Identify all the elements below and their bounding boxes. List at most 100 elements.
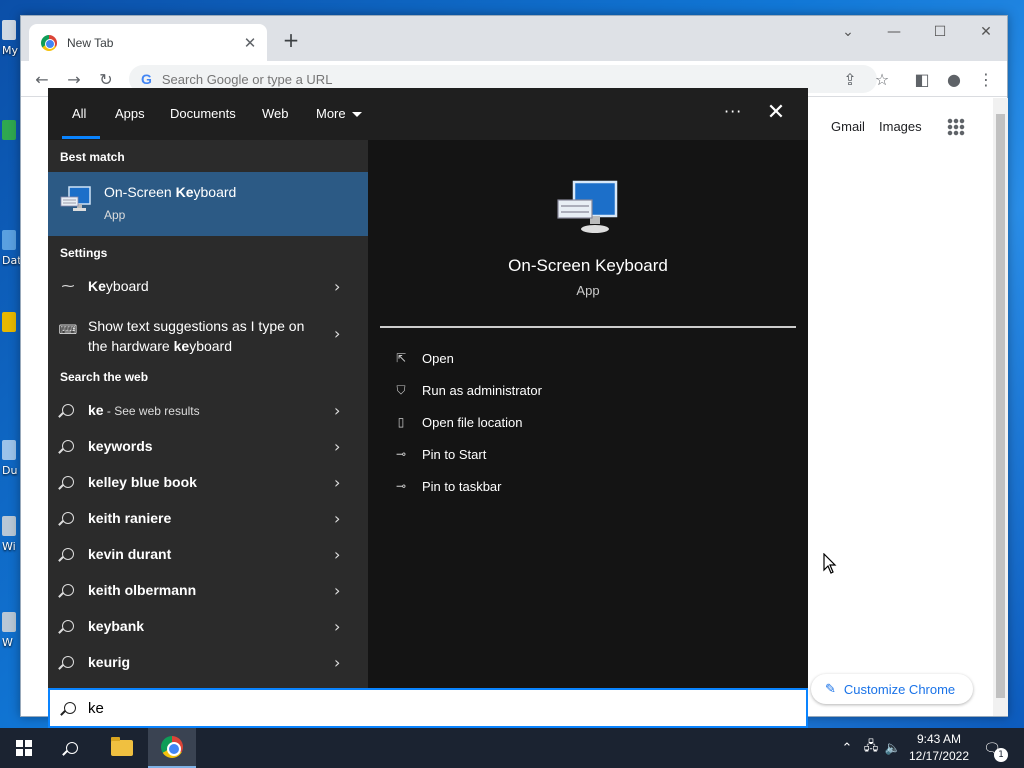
start-search-panel: All Apps Documents Web More ··· ✕ Best m…: [48, 88, 808, 688]
scrollbar[interactable]: [993, 98, 1008, 716]
web-result-item[interactable]: kevin durant ›: [48, 536, 368, 572]
action-run-as-administrator[interactable]: ⛉ Run as administrator: [392, 376, 692, 404]
scope-tab-more[interactable]: More: [316, 106, 362, 121]
new-tab-button[interactable]: +: [279, 28, 303, 52]
scope-tab-all[interactable]: All: [72, 106, 86, 121]
shield-icon: ⛉: [396, 382, 406, 397]
action-pin-to-taskbar[interactable]: ⊸ Pin to taskbar: [392, 472, 692, 500]
customize-chrome-button[interactable]: ✎ Customize Chrome: [811, 674, 973, 704]
images-link[interactable]: Images: [879, 119, 922, 134]
desktop-icon-green[interactable]: [2, 120, 20, 144]
bookmark-star-icon[interactable]: ☆: [869, 66, 895, 92]
settings-heading: Settings: [60, 246, 108, 260]
scrollbar-thumb[interactable]: [996, 114, 1005, 698]
window-close-button[interactable]: ✕: [963, 18, 1009, 46]
clock[interactable]: 9:43 AM 12/17/2022: [906, 731, 972, 765]
close-icon[interactable]: ✕: [239, 32, 261, 54]
more-options-icon[interactable]: ···: [724, 102, 742, 121]
action-open-file-location[interactable]: ▯ Open file location: [392, 408, 692, 436]
label-match: ke: [88, 402, 104, 418]
desktop-icon-du[interactable]: Du: [2, 440, 20, 477]
chevron-right-icon: ›: [334, 401, 341, 420]
app-icon: [2, 612, 16, 632]
desktop-icon-w[interactable]: W: [2, 612, 20, 649]
label-match: keybank: [88, 618, 145, 634]
web-result-item[interactable]: ke - See web results ›: [48, 392, 368, 428]
desktop-icon-data[interactable]: Dat: [2, 230, 20, 267]
label-match: keywords: [88, 438, 153, 454]
web-result-item[interactable]: keith olbermann ›: [48, 572, 368, 608]
apps-grid-icon[interactable]: [947, 118, 965, 136]
scope-tab-apps[interactable]: Apps: [115, 106, 145, 121]
network-icon[interactable]: 🖧: [862, 739, 880, 757]
taskbar: ⌃ 🖧 🔈 9:43 AM 12/17/2022 🗨 1: [0, 728, 1024, 768]
search-icon: [66, 742, 78, 754]
close-icon[interactable]: ✕: [764, 100, 788, 125]
web-result-item[interactable]: keith raniere ›: [48, 500, 368, 536]
preview-header: On-Screen Keyboard App: [380, 152, 796, 328]
desktop-icon-label: Dat: [2, 254, 20, 267]
keyboard-icon: ⌨: [58, 322, 78, 338]
taskbar-file-explorer[interactable]: [98, 728, 146, 768]
desktop-icon-wi[interactable]: Wi: [2, 516, 20, 553]
tab-search-chevron-icon[interactable]: ⌄: [825, 18, 871, 46]
search-icon: [60, 546, 76, 562]
share-icon[interactable]: ⇪: [837, 66, 863, 92]
minimize-button[interactable]: —: [871, 18, 917, 46]
title-pre: On-Screen: [104, 184, 176, 200]
chevron-right-icon: ›: [334, 653, 341, 672]
search-input[interactable]: [88, 699, 768, 717]
chrome-icon: [161, 736, 183, 758]
web-result-item[interactable]: keybank ›: [48, 608, 368, 644]
label-match: kelley blue book: [88, 474, 197, 490]
tab-new-tab[interactable]: New Tab ✕: [29, 24, 267, 61]
chrome-icon: [41, 34, 57, 51]
on-screen-keyboard-icon: [557, 180, 618, 233]
menu-kebab-icon[interactable]: ⋮: [973, 66, 999, 92]
google-icon: G: [141, 71, 152, 87]
taskbar-chrome[interactable]: [148, 728, 196, 768]
web-result-label: kelley blue book: [88, 474, 197, 490]
folder-icon: [111, 737, 133, 756]
start-button[interactable]: [0, 728, 48, 768]
maximize-button[interactable]: ☐: [917, 18, 963, 46]
taskbar-search-button[interactable]: [48, 728, 96, 768]
app-icon: [2, 230, 16, 250]
settings-item-label: Keyboard: [88, 278, 149, 294]
action-pin-to-start[interactable]: ⊸ Pin to Start: [392, 440, 692, 468]
scope-tab-more-label: More: [316, 106, 346, 121]
volume-icon[interactable]: 🔈: [884, 739, 902, 757]
gmail-link[interactable]: Gmail: [831, 119, 865, 134]
web-result-item[interactable]: keywords ›: [48, 428, 368, 464]
label-post: yboard: [189, 338, 232, 354]
action-label: Run as administrator: [422, 382, 542, 398]
search-icon: [60, 618, 76, 634]
desktop-icon-my-computer[interactable]: My: [2, 20, 20, 57]
web-result-item[interactable]: kelley blue book ›: [48, 464, 368, 500]
label-match: ke: [173, 338, 190, 354]
label-match: keith raniere: [88, 510, 172, 526]
settings-item-keyboard[interactable]: ⁓ Keyboard ›: [48, 268, 368, 304]
settings-item-text-suggestions[interactable]: ⌨ Show text suggestions as I type on the…: [48, 312, 368, 356]
search-icon: [60, 474, 76, 490]
file-location-icon: ▯: [397, 415, 405, 429]
scope-tab-documents[interactable]: Documents: [170, 106, 236, 121]
search-box[interactable]: [48, 688, 808, 728]
chevron-up-icon[interactable]: ⌃: [838, 739, 856, 757]
web-result-item[interactable]: keurig ›: [48, 644, 368, 680]
search-icon: [60, 402, 76, 418]
search-icon: [60, 654, 76, 670]
omnibox-input[interactable]: [161, 71, 762, 87]
tab-title: New Tab: [67, 35, 114, 50]
web-result-label: keith raniere: [88, 510, 171, 526]
chevron-right-icon: ›: [334, 437, 341, 456]
desktop-icon-yellow[interactable]: [2, 312, 20, 336]
preview-title: On-Screen Keyboard: [508, 256, 668, 275]
clock-time: 9:43 AM: [916, 732, 962, 746]
action-open[interactable]: ⇱ Open: [392, 344, 692, 372]
chevron-right-icon: ›: [334, 473, 341, 492]
profile-avatar-icon[interactable]: ●: [941, 66, 967, 92]
best-match-item[interactable]: On-Screen Keyboard App: [48, 172, 368, 236]
scope-tab-web[interactable]: Web: [262, 106, 289, 121]
side-panel-icon[interactable]: ◧: [909, 66, 935, 92]
